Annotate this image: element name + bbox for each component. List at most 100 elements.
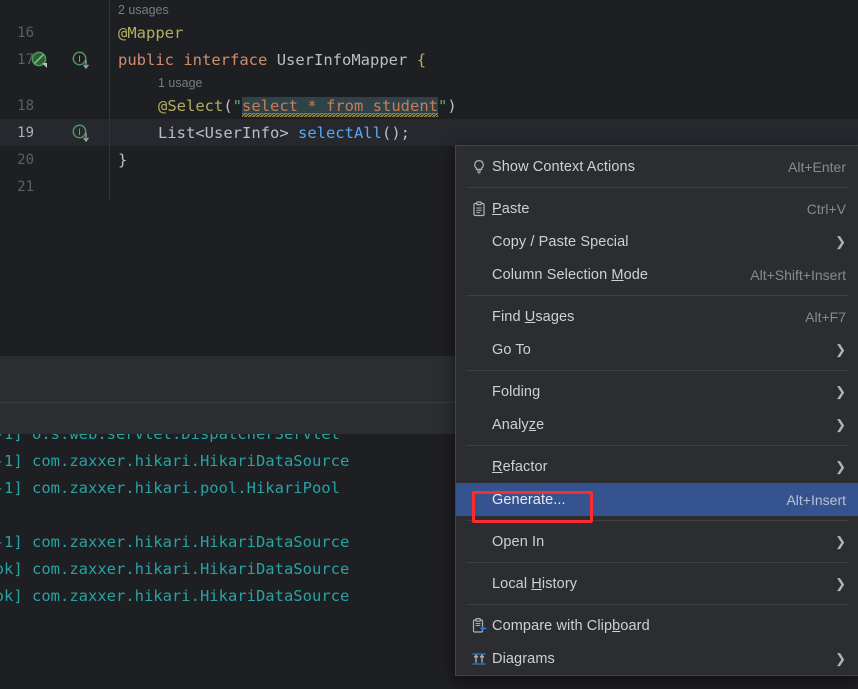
clipboard-icon	[466, 200, 492, 217]
menu-separator	[466, 187, 848, 188]
editor-line-17[interactable]: 17 I public interface UserInfoMapper {	[0, 46, 858, 73]
inlay-hint-1-usage[interactable]: 1 usage	[110, 76, 858, 90]
menu-item-column-selection-mode[interactable]: Column Selection Mode Alt+Shift+Insert	[456, 258, 858, 291]
gutter-20[interactable]: 20	[0, 146, 110, 173]
svg-text:I: I	[78, 128, 81, 138]
menu-item-label-pre: Column Selection	[492, 266, 612, 283]
line-number-18: 18	[17, 97, 34, 114]
annotation-select: @Select	[158, 96, 224, 115]
compare-clipboard-icon	[466, 617, 492, 634]
editor-line-16[interactable]: 16 @Mapper	[0, 19, 858, 46]
chevron-right-icon: ❯	[835, 234, 846, 249]
menu-item-analyze[interactable]: Analyze ❯	[456, 408, 858, 441]
sql-warning-squiggle	[242, 112, 438, 117]
paren-close: )	[447, 96, 457, 115]
menu-item-label: Open In	[492, 533, 545, 550]
editor-line-inlay-usages: 2 usages	[0, 0, 858, 19]
menu-separator	[466, 370, 848, 371]
line-number-21: 21	[17, 178, 34, 195]
code-line-17[interactable]: public interface UserInfoMapper {	[110, 51, 858, 69]
menu-separator	[466, 604, 848, 605]
menu-item-refactor[interactable]: Refactor ❯	[456, 450, 858, 483]
menu-separator	[466, 295, 848, 296]
editor-line-inlay-usage: 1 usage	[0, 73, 858, 92]
brace-open: {	[416, 50, 427, 69]
method-parens: ();	[381, 123, 410, 142]
menu-separator	[466, 520, 848, 521]
chevron-right-icon: ❯	[835, 342, 846, 357]
menu-item-find-usages[interactable]: Find Usages Alt+F7	[456, 300, 858, 333]
code-line-16[interactable]: @Mapper	[110, 24, 858, 42]
mnemonic-letter: H	[531, 575, 542, 592]
keyword-public: public	[118, 50, 174, 69]
menu-item-open-in[interactable]: Open In ❯	[456, 525, 858, 558]
gutter-21[interactable]: 21	[0, 173, 110, 200]
menu-item-label: Show Context Actions	[492, 158, 636, 175]
menu-item-label-rest: efactor	[502, 458, 548, 475]
code-line-19[interactable]: List<UserInfo> selectAll();	[110, 124, 858, 142]
svg-text:I: I	[78, 55, 81, 65]
menu-item-compare-with-clipboard[interactable]: Compare with Clipboard	[456, 609, 858, 642]
line-number-19: 19	[17, 124, 34, 141]
line-number-20: 20	[17, 151, 34, 168]
menu-item-shortcut: Alt+Shift+Insert	[750, 266, 846, 283]
gutter[interactable]	[0, 0, 110, 19]
menu-item-go-to[interactable]: Go To ❯	[456, 333, 858, 366]
run-gutter-icon[interactable]	[31, 51, 48, 68]
menu-item-diagrams[interactable]: Diagrams ❯	[456, 642, 858, 675]
code-line-18[interactable]: @Select("select * from student ")	[110, 96, 858, 117]
menu-item-copy-paste-special[interactable]: Copy / Paste Special ❯	[456, 225, 858, 258]
menu-item-label: Find Usages	[492, 309, 787, 325]
implementation-gutter-icon-19[interactable]: I	[72, 124, 89, 143]
editor-context-menu[interactable]: Show Context Actions Alt+Enter Paste Ctr…	[455, 145, 858, 676]
lightbulb-icon	[466, 159, 492, 175]
menu-item-label: Analyze	[492, 417, 817, 433]
menu-item-label-rest: ode	[623, 266, 649, 283]
diagrams-icon	[466, 651, 492, 667]
menu-item-label: Paste	[492, 201, 789, 217]
menu-item-label-rest: e	[536, 416, 545, 433]
menu-item-folding[interactable]: Folding ❯	[456, 375, 858, 408]
sql-string-literal[interactable]: select * from student	[242, 96, 438, 117]
chevron-right-icon: ❯	[835, 576, 846, 591]
menu-item-shortcut: Alt+F7	[805, 308, 846, 325]
menu-item-label-pre: Compare with Clip	[492, 617, 613, 634]
gutter-18[interactable]: 18	[0, 92, 110, 119]
chevron-right-icon: ❯	[835, 534, 846, 549]
menu-item-label-rest: aste	[501, 200, 530, 217]
menu-item-paste[interactable]: Paste Ctrl+V	[456, 192, 858, 225]
menu-item-shortcut: Alt+Insert	[786, 491, 846, 508]
mnemonic-letter: P	[492, 200, 502, 217]
menu-item-label: Generate...	[492, 491, 566, 508]
menu-item-label-pre: Find	[492, 308, 525, 325]
menu-item-shortcut: Ctrl+V	[806, 200, 846, 217]
editor-line-18[interactable]: 18 @Select("select * from student ")	[0, 92, 858, 119]
gutter-19[interactable]: 19 I	[0, 119, 110, 146]
annotation-mapper: @Mapper	[118, 23, 184, 42]
chevron-right-icon: ❯	[835, 417, 846, 432]
menu-item-label-rest: sages	[535, 308, 575, 325]
menu-item-show-context-actions[interactable]: Show Context Actions Alt+Enter	[456, 150, 858, 183]
gutter-17[interactable]: 17 I	[0, 46, 110, 73]
chevron-right-icon: ❯	[835, 384, 846, 399]
mnemonic-letter: M	[611, 266, 624, 283]
menu-item-label: Refactor	[492, 459, 817, 475]
chevron-right-icon: ❯	[835, 651, 846, 666]
implementation-gutter-icon-17[interactable]: I	[72, 51, 89, 70]
menu-item-generate[interactable]: Generate... Alt+Insert	[456, 483, 858, 516]
menu-item-label: Column Selection Mode	[492, 267, 732, 283]
menu-item-label: Diagrams	[492, 650, 555, 667]
mnemonic-letter: U	[524, 308, 536, 325]
paren-open: (	[223, 96, 233, 115]
menu-item-label: Local History	[492, 576, 817, 592]
menu-item-label-rest: oard	[620, 617, 650, 634]
line-number-17: 17	[17, 51, 34, 68]
menu-item-label: Go To	[492, 341, 531, 358]
menu-item-label-rest: istory	[541, 575, 578, 592]
editor-line-19[interactable]: 19 I List<UserInfo> selectAll();	[0, 119, 858, 146]
gutter-16[interactable]: 16	[0, 19, 110, 46]
class-name-userinfomapper: UserInfoMapper	[276, 50, 408, 69]
gutter-inlay[interactable]	[0, 73, 110, 92]
menu-item-local-history[interactable]: Local History ❯	[456, 567, 858, 600]
inlay-hint-2-usages[interactable]: 2 usages	[110, 3, 858, 17]
